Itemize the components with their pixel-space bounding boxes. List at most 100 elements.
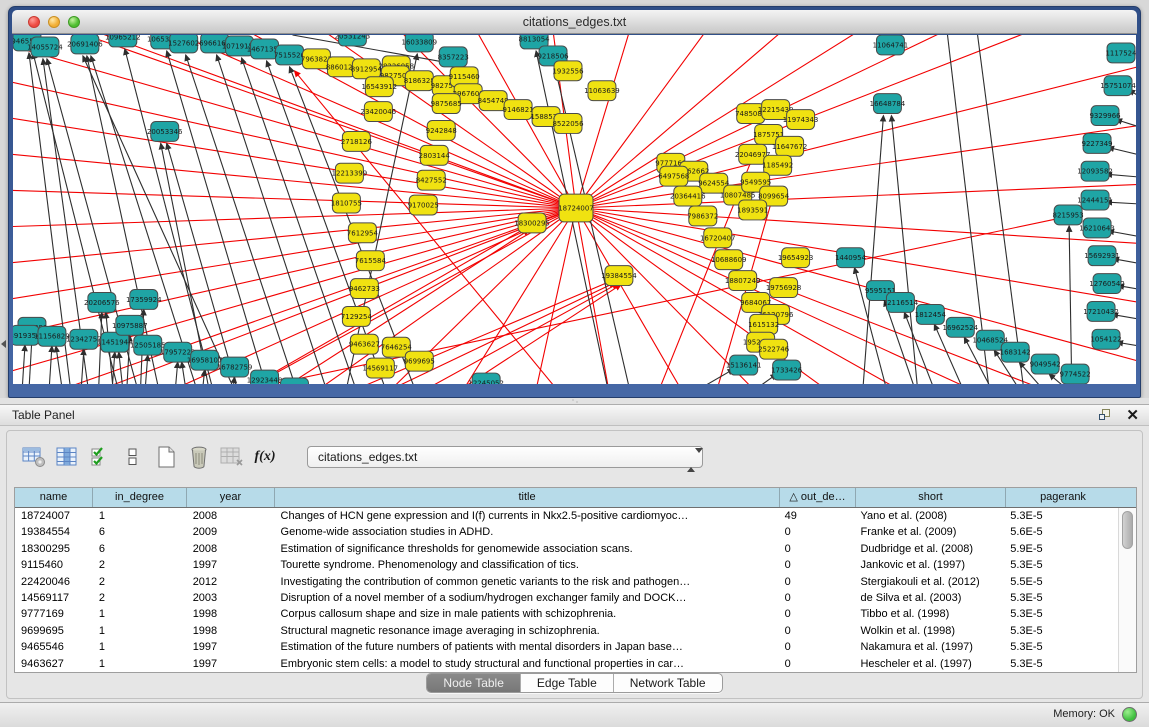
graph-node[interactable]: 19384554: [601, 266, 637, 286]
table-row[interactable]: 1938455462009Genome-wide association stu…: [15, 524, 1118, 540]
network-graph[interactable]: 9465546140557242069140610965212106532871…: [13, 35, 1136, 384]
graph-node[interactable]: 15692931: [1084, 246, 1120, 266]
table-row[interactable]: 946362711997Embryonic stem cells: a mode…: [15, 656, 1118, 672]
graph-node[interactable]: 16543912: [362, 77, 398, 97]
graph-node[interactable]: 6497568: [658, 166, 689, 186]
column-header-pagerank[interactable]: pagerank: [1006, 488, 1120, 507]
graph-node[interactable]: 1527602: [168, 35, 199, 53]
graph-node[interactable]: 9462733: [349, 279, 380, 299]
table-vertical-scrollbar[interactable]: [1118, 508, 1136, 672]
graph-node[interactable]: 9774522: [1060, 364, 1091, 384]
graph-node[interactable]: 14055724: [27, 37, 63, 57]
column-header-short[interactable]: short: [856, 488, 1006, 507]
graph-node[interactable]: 20053346: [147, 122, 183, 142]
graph-node[interactable]: 10965212: [105, 35, 141, 47]
graph-node[interactable]: 17210432: [1083, 301, 1119, 321]
graph-node[interactable]: 16033809: [401, 35, 437, 52]
graph-node[interactable]: 14569117: [363, 358, 399, 378]
graph-node[interactable]: 11064741: [873, 35, 909, 55]
graph-node[interactable]: 2522746: [758, 339, 789, 359]
graph-edge[interactable]: [1108, 147, 1136, 155]
collapse-left-panel-arrow[interactable]: [1, 340, 6, 348]
graph-node[interactable]: 15751074: [1100, 76, 1136, 96]
table-row[interactable]: 911546021997Tourette syndrome. Phenomeno…: [15, 557, 1118, 573]
graph-node[interactable]: 11974343: [783, 110, 819, 130]
column-header-out_degree[interactable]: △ out_de…: [780, 488, 856, 507]
table-row[interactable]: 1830029562008Estimation of significance …: [15, 541, 1118, 557]
graph-node[interactable]: 11647672: [772, 136, 808, 156]
graph-node[interactable]: 10975887: [112, 315, 148, 335]
graph-node[interactable]: 15136141: [726, 355, 762, 375]
graph-edge[interactable]: [1069, 226, 1072, 384]
graph-node[interactable]: 20531243: [335, 35, 371, 46]
graph-edge[interactable]: [193, 218, 1061, 384]
graph-edge[interactable]: [13, 43, 576, 208]
graph-node[interactable]: 1683142: [1000, 342, 1031, 362]
graph-edge[interactable]: [891, 116, 919, 384]
graph-node[interactable]: 1440954: [835, 248, 867, 268]
graph-node[interactable]: 8522056: [552, 114, 583, 134]
row-height-icon[interactable]: [118, 443, 148, 471]
graph-node[interactable]: 20364416: [670, 186, 706, 206]
graph-node[interactable]: 10688609: [711, 250, 747, 270]
graph-node[interactable]: 16782759: [217, 357, 253, 377]
graph-node[interactable]: 18300295: [514, 213, 550, 233]
table-row[interactable]: 1872400712008Changes of HCN gene express…: [15, 508, 1118, 524]
select-all-columns-icon[interactable]: [85, 443, 115, 471]
column-header-name[interactable]: name: [15, 488, 93, 507]
graph-node[interactable]: 1893591: [737, 200, 768, 220]
graph-node[interactable]: 18807249: [725, 271, 761, 291]
graph-node[interactable]: 20691406: [67, 35, 103, 54]
network-window-titlebar[interactable]: citations_edges.txt: [12, 10, 1137, 34]
network-view-window[interactable]: citations_edges.txt 94655461405572420691…: [8, 6, 1141, 398]
graph-node[interactable]: 7612954: [347, 223, 379, 243]
graph-node[interactable]: 8215953: [1053, 205, 1084, 225]
graph-node[interactable]: 9463627: [349, 334, 380, 354]
graph-node[interactable]: 1117524: [1105, 43, 1136, 63]
graph-edge[interactable]: [576, 35, 632, 208]
graph-edge[interactable]: [21, 345, 25, 384]
graph-node[interactable]: 11156829: [34, 326, 70, 346]
graph-edge[interactable]: [56, 346, 65, 384]
graph-node[interactable]: 1932556: [552, 61, 583, 81]
table-row[interactable]: 977716911998Corpus callosum shape and si…: [15, 606, 1118, 622]
delete-table-icon[interactable]: [184, 443, 214, 471]
graph-node[interactable]: 12213399: [332, 163, 368, 183]
graph-node[interactable]: 16962524: [943, 317, 979, 337]
graph-node[interactable]: 1733426: [771, 360, 802, 380]
graph-node[interactable]: 9170025: [408, 195, 439, 215]
graph-node[interactable]: 9245042: [279, 378, 310, 384]
graph-node[interactable]: 1812454: [915, 304, 947, 324]
graph-node[interactable]: 2718126: [341, 131, 372, 151]
graph-node[interactable]: 23420046: [361, 102, 397, 122]
graph-node[interactable]: 19756928: [766, 278, 802, 298]
graph-node[interactable]: 12245052: [468, 373, 504, 384]
column-header-title[interactable]: title: [275, 488, 780, 507]
graph-node[interactable]: 16210643: [1079, 218, 1115, 238]
graph-node[interactable]: 12760542: [1089, 274, 1125, 294]
table-row[interactable]: 946554611997Estimation of the future num…: [15, 639, 1118, 655]
graph-edge[interactable]: [672, 369, 734, 384]
graph-node[interactable]: 9227349: [1082, 133, 1113, 153]
close-icon[interactable]: ✕: [1126, 408, 1139, 423]
graph-edge[interactable]: [13, 190, 576, 208]
graph-node[interactable]: 7129254: [341, 306, 373, 326]
graph-edge[interactable]: [174, 362, 178, 384]
table-selector-dropdown[interactable]: citations_edges.txt: [307, 446, 703, 468]
graph-edge[interactable]: [13, 208, 576, 337]
create-table-icon[interactable]: [151, 443, 181, 471]
graph-node[interactable]: 1054122: [1090, 329, 1121, 349]
graph-node[interactable]: 17359924: [126, 290, 162, 310]
graph-edge[interactable]: [48, 346, 52, 384]
graph-node[interactable]: 1810755: [331, 193, 362, 213]
graph-edge[interactable]: [182, 362, 189, 384]
graph-node[interactable]: 9049542: [1030, 354, 1061, 374]
function-builder-icon[interactable]: f(x): [250, 443, 280, 471]
graph-node[interactable]: 12116514: [883, 293, 919, 313]
graph-edge[interactable]: [80, 349, 84, 384]
tab-node-table[interactable]: Node Table: [427, 674, 521, 692]
column-header-year[interactable]: year: [187, 488, 275, 507]
graph-node[interactable]: 9329966: [1090, 106, 1121, 126]
table-row[interactable]: 2242004622012Investigating the contribut…: [15, 574, 1118, 590]
table-row[interactable]: 1456911722003Disruption of a novel membe…: [15, 590, 1118, 606]
